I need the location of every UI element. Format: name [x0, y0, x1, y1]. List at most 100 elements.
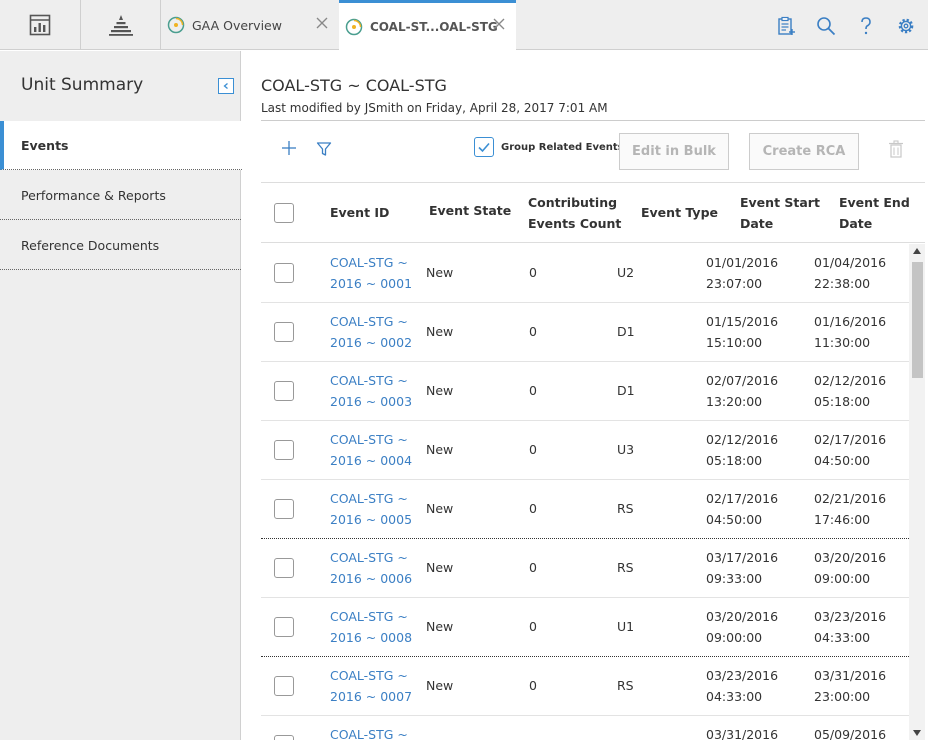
contributing-count-cell: 0: [529, 265, 537, 280]
row-checkbox[interactable]: [274, 499, 294, 519]
settings-icon[interactable]: [896, 16, 916, 36]
tab-coal-stg[interactable]: COAL-ST...OAL-STG: [339, 0, 516, 51]
event-id-link[interactable]: COAL-STG ~ 2016 ~ 0006: [330, 547, 412, 589]
event-id-link[interactable]: COAL-STG ~ 2016 ~ 0001: [330, 252, 412, 294]
table-row[interactable]: COAL-STG ~ 2016 ~ 0008 New 0 U1 03/20/2016 09:…: [261, 598, 909, 657]
event-state-cell: New: [426, 560, 454, 575]
event-id-line-1: COAL-STG ~: [330, 491, 408, 506]
event-id-link[interactable]: COAL-STG ~: [330, 724, 408, 740]
group-related-events-checkbox[interactable]: [474, 137, 494, 157]
event-start-cell: 02/12/2016 05:18:00: [706, 429, 778, 471]
event-start-cell: 03/17/2016 09:33:00: [706, 547, 778, 589]
table-row[interactable]: COAL-STG ~ 2016 ~ 0005 New 0 RS 02/17/2016 04:…: [261, 480, 909, 539]
event-id-link[interactable]: COAL-STG ~ 2016 ~ 0007: [330, 665, 412, 707]
column-header-event-state[interactable]: Event State: [429, 200, 511, 221]
event-state-cell: New: [426, 734, 453, 740]
contributing-count-cell: 0: [529, 383, 537, 398]
filter-icon[interactable]: [316, 141, 332, 157]
close-icon[interactable]: [315, 16, 329, 30]
event-end-cell: 03/20/2016 09:00:00: [814, 547, 886, 589]
search-icon[interactable]: [816, 16, 836, 36]
event-id-link[interactable]: COAL-STG ~ 2016 ~ 0002: [330, 311, 412, 353]
column-header-event-type[interactable]: Event Type: [641, 202, 718, 223]
row-checkbox[interactable]: [274, 617, 294, 637]
gaa-icon: [345, 18, 363, 36]
end-time: 11:30:00: [814, 335, 871, 350]
tab-gaa-overview[interactable]: GAA Overview: [161, 0, 339, 50]
scrollbar-thumb[interactable]: [912, 262, 923, 378]
table-body: COAL-STG ~ 2016 ~ 0001 New 0 U2 01/01/2016 23:…: [261, 244, 909, 740]
column-header-event-id[interactable]: Event ID: [330, 202, 389, 223]
row-checkbox[interactable]: [274, 322, 294, 342]
contributing-count-cell: 0: [529, 560, 537, 575]
column-header-event-start-date[interactable]: Event Start Date: [740, 192, 820, 234]
event-type-cell: D1: [617, 324, 635, 339]
table-row[interactable]: COAL-STG ~ 2016 ~ 0002 New 0 D1 01/15/2016 15:…: [261, 303, 909, 362]
new-record-icon[interactable]: [776, 16, 796, 36]
table-row[interactable]: COAL-STG ~ 2016 ~ 0006 New 0 RS 03/17/2016 09:…: [261, 539, 909, 598]
checkmark-icon: [478, 142, 490, 153]
event-state-cell: New: [426, 619, 454, 634]
sidebar-item-events[interactable]: Events: [0, 121, 242, 170]
help-icon[interactable]: [856, 16, 876, 36]
vertical-scrollbar[interactable]: [909, 244, 925, 740]
start-date: 03/17/2016: [706, 550, 779, 565]
dashboard-button[interactable]: [0, 0, 81, 50]
event-id-line-2: 2016 ~ 0007: [330, 689, 413, 704]
column-header-contributing-events-count[interactable]: Contributing Events Count: [528, 192, 621, 234]
column-header-event-end-date[interactable]: Event End Date: [839, 192, 910, 234]
end-date: 03/23/2016: [814, 609, 887, 624]
main-content: COAL-STG ~ COAL-STG Last modified by JSm…: [242, 51, 928, 740]
scroll-down-arrow-icon[interactable]: [913, 730, 921, 736]
start-date: 01/01/2016: [706, 255, 779, 270]
event-type-cell: U3: [617, 442, 635, 457]
row-checkbox[interactable]: [274, 735, 294, 740]
event-id-link[interactable]: COAL-STG ~ 2016 ~ 0008: [330, 606, 412, 648]
table-row[interactable]: COAL-STG ~ 2016 ~ 0004 New 0 U3 02/12/2016 05:…: [261, 421, 909, 480]
sidebar-item-performance-reports[interactable]: Performance & Reports: [0, 171, 241, 220]
row-checkbox[interactable]: [274, 558, 294, 578]
table-row[interactable]: COAL-STG ~ 2016 ~ 0001 New 0 U2 01/01/2016 23:…: [261, 244, 909, 303]
close-icon[interactable]: [492, 17, 506, 31]
start-time: 15:10:00: [706, 335, 763, 350]
event-end-cell: 05/09/2016: [814, 724, 886, 740]
event-id-link[interactable]: COAL-STG ~ 2016 ~ 0003: [330, 370, 412, 412]
trash-icon[interactable]: [888, 140, 904, 158]
start-time: 05:18:00: [706, 453, 763, 468]
select-all-checkbox[interactable]: [274, 203, 294, 223]
start-date: 02/17/2016: [706, 491, 779, 506]
start-time: 13:20:00: [706, 394, 763, 409]
table-row[interactable]: COAL-STG ~ 2016 ~ 0003 New 0 D1 02/07/2016 13:…: [261, 362, 909, 421]
event-state-cell: New: [426, 678, 454, 693]
event-end-cell: 02/17/2016 04:50:00: [814, 429, 886, 471]
add-icon[interactable]: [280, 139, 298, 157]
hierarchy-button[interactable]: [81, 0, 161, 50]
event-end-cell: 02/12/2016 05:18:00: [814, 370, 886, 412]
event-state-cell: New: [426, 383, 454, 398]
chevron-left-icon: [223, 83, 228, 89]
sidebar-item-reference-documents[interactable]: Reference Documents: [0, 221, 241, 270]
row-checkbox[interactable]: [274, 381, 294, 401]
create-rca-button[interactable]: Create RCA: [749, 133, 859, 170]
event-id-link[interactable]: COAL-STG ~ 2016 ~ 0005: [330, 488, 412, 530]
edit-in-bulk-button[interactable]: Edit in Bulk: [619, 133, 729, 170]
scroll-up-arrow-icon[interactable]: [913, 248, 921, 254]
row-checkbox[interactable]: [274, 263, 294, 283]
end-date: 02/21/2016: [814, 491, 887, 506]
page-title: COAL-STG ~ COAL-STG: [261, 76, 447, 95]
event-id-link[interactable]: COAL-STG ~ 2016 ~ 0004: [330, 429, 412, 471]
table-row[interactable]: COAL-STG ~ 2016 ~ 0007 New 0 RS 03/23/2016 04:…: [261, 657, 909, 716]
event-type-cell: D1: [617, 383, 635, 398]
row-checkbox[interactable]: [274, 440, 294, 460]
end-time: 05:18:00: [814, 394, 871, 409]
start-date: 03/23/2016: [706, 668, 779, 683]
last-modified-text: Last modified by JSmith on Friday, April…: [261, 101, 608, 115]
event-id-line-2: 2016 ~ 0002: [330, 335, 413, 350]
start-date: 03/31/2016: [706, 727, 779, 740]
collapse-sidebar-button[interactable]: [218, 78, 234, 94]
start-time: 04:33:00: [706, 689, 763, 704]
start-date: 01/15/2016: [706, 314, 779, 329]
table-row[interactable]: COAL-STG ~ New 0 RS 03/31/2016 05/09/2016: [261, 716, 909, 740]
dashboard-icon: [29, 14, 51, 36]
row-checkbox[interactable]: [274, 676, 294, 696]
